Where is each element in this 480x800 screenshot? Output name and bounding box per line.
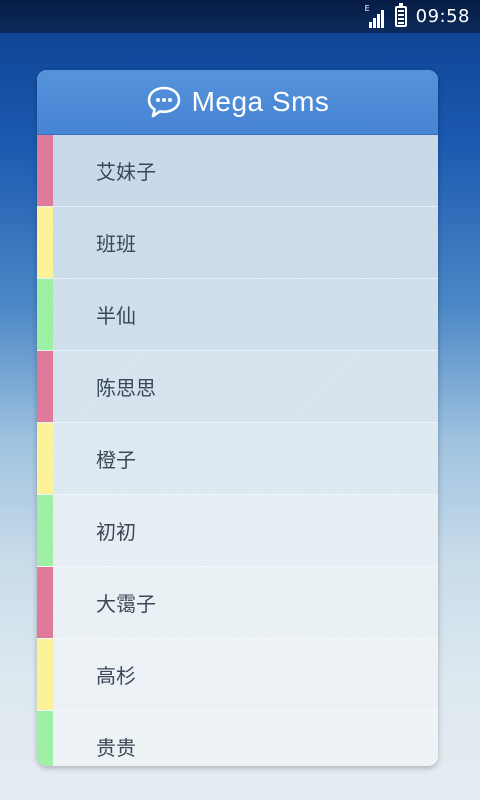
contact-color-tag (37, 279, 53, 350)
contact-color-tag (37, 639, 53, 710)
contact-color-tag (37, 207, 53, 278)
contacts-panel: Mega Sms 艾妹子 班班 半仙 陈思思 橙子 初初 大霭子 高杉 贵贵 (37, 70, 438, 766)
contact-row[interactable]: 班班 (37, 207, 438, 279)
chat-bubble-icon (147, 86, 180, 118)
contact-color-tag (37, 135, 53, 206)
battery-icon (394, 3, 407, 27)
contact-name: 橙子 (96, 448, 136, 472)
clock: 09:58 (415, 6, 470, 27)
contact-name: 艾妹子 (96, 160, 156, 184)
signal-icon: E (364, 3, 387, 28)
contact-row[interactable]: 初初 (37, 495, 438, 567)
status-bar: E 09:58 (0, 0, 480, 33)
contact-color-tag (37, 495, 53, 566)
contact-name: 陈思思 (96, 376, 156, 400)
contact-row[interactable]: 高杉 (37, 639, 438, 711)
contact-name: 班班 (96, 232, 136, 256)
contact-color-tag (37, 351, 53, 422)
contact-row[interactable]: 半仙 (37, 279, 438, 351)
app-title: Mega Sms (191, 86, 330, 117)
contact-row[interactable]: 贵贵 (37, 711, 438, 766)
contact-color-tag (37, 567, 53, 638)
contact-row[interactable]: 艾妹子 (37, 135, 438, 207)
contact-row[interactable]: 大霭子 (37, 567, 438, 639)
contact-name: 初初 (96, 520, 136, 544)
contact-list: 艾妹子 班班 半仙 陈思思 橙子 初初 大霭子 高杉 贵贵 (37, 135, 438, 766)
contact-color-tag (37, 711, 53, 766)
contact-row[interactable]: 橙子 (37, 423, 438, 495)
app-header: Mega Sms (37, 70, 438, 135)
contact-name: 贵贵 (96, 736, 136, 760)
contact-name: 高杉 (96, 664, 136, 688)
network-type-label: E (364, 3, 370, 13)
contact-name: 半仙 (96, 304, 136, 328)
contact-row[interactable]: 陈思思 (37, 351, 438, 423)
contact-name: 大霭子 (96, 592, 156, 616)
contact-color-tag (37, 423, 53, 494)
